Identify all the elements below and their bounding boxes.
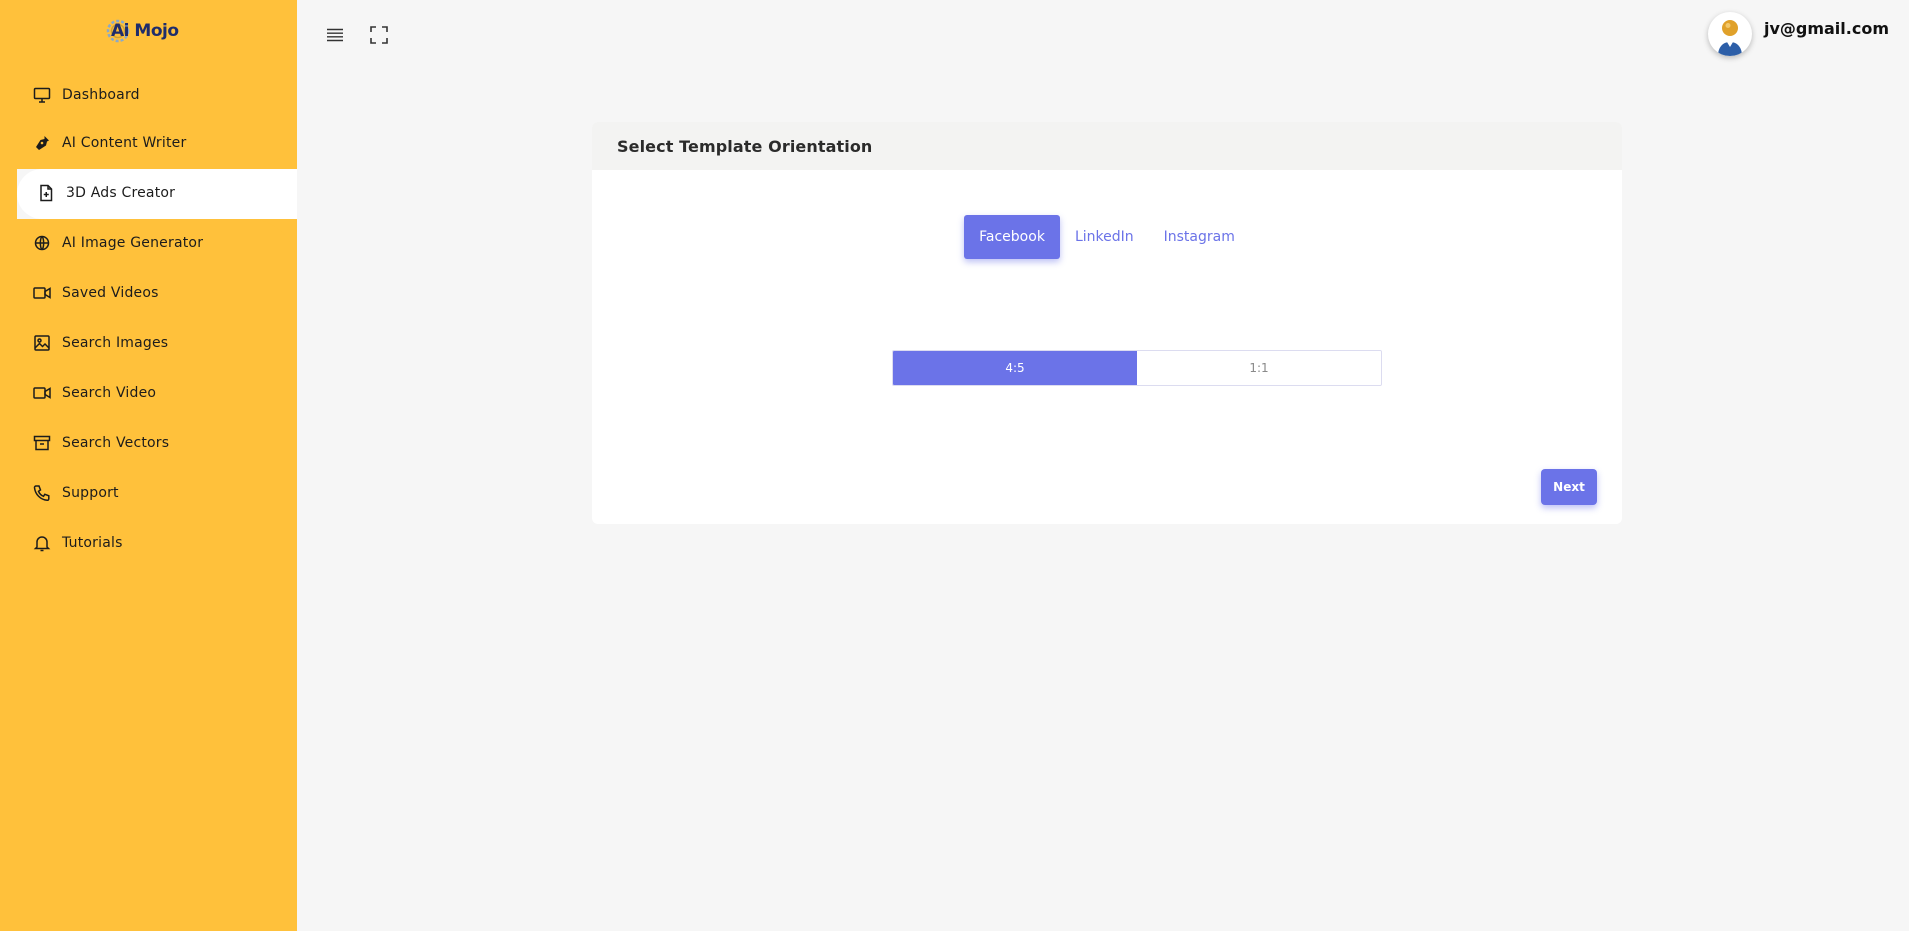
- video-camera-icon: [33, 287, 51, 299]
- sidebar-item-tutorials[interactable]: Tutorials: [32, 528, 123, 558]
- sidebar-item-label: AI Image Generator: [62, 235, 204, 251]
- sidebar-bottom-panel: [0, 219, 297, 931]
- user-email: jv@gmail.com: [1763, 18, 1889, 38]
- sidebar-item-label: 3D Ads Creator: [66, 185, 176, 201]
- menu-toggle-button[interactable]: [324, 24, 346, 46]
- image-icon: [34, 335, 50, 351]
- sidebar-item-label: Saved Videos: [62, 285, 159, 301]
- sidebar-item-label: Tutorials: [62, 535, 123, 551]
- user-avatar-icon: [1717, 20, 1742, 56]
- sidebar-item-ai-image-generator[interactable]: AI Image Generator: [32, 228, 203, 258]
- sidebar: Ai Mojo Dashboard AI Content Writer 3D A…: [0, 0, 297, 931]
- sidebar-item-label: Search Vectors: [62, 435, 170, 451]
- sidebar-item-search-vectors[interactable]: Search Vectors: [32, 428, 169, 458]
- tab-linkedin[interactable]: LinkedIn: [1060, 215, 1149, 259]
- file-plus-icon: [40, 184, 53, 202]
- phone-icon: [33, 485, 50, 502]
- avatar[interactable]: [1707, 12, 1752, 56]
- sidebar-item-dashboard[interactable]: Dashboard: [32, 80, 140, 110]
- card-title: Select Template Orientation: [592, 122, 1622, 170]
- aspect-ratio-selector: 4:5 1:1: [892, 350, 1382, 386]
- sidebar-item-3d-ads-creator[interactable]: 3D Ads Creator: [36, 178, 175, 208]
- fullscreen-icon: [370, 26, 388, 44]
- tab-instagram[interactable]: Instagram: [1149, 215, 1250, 259]
- sidebar-item-label: Search Video: [62, 385, 157, 401]
- ratio-option-1-1[interactable]: 1:1: [1137, 351, 1381, 385]
- ratio-option-4-5[interactable]: 4:5: [893, 351, 1137, 385]
- tab-facebook[interactable]: Facebook: [964, 215, 1060, 259]
- video-camera-icon: [33, 387, 51, 399]
- sidebar-item-search-images[interactable]: Search Images: [32, 328, 168, 358]
- logo-text: Ai Mojo: [111, 21, 179, 41]
- monitor-icon: [33, 87, 51, 103]
- archive-box-icon: [33, 435, 51, 451]
- template-orientation-card: Select Template Orientation Facebook Lin…: [592, 122, 1622, 524]
- next-button[interactable]: Next: [1541, 469, 1597, 505]
- sidebar-item-label: Support: [62, 485, 119, 501]
- app-logo[interactable]: Ai Mojo: [105, 18, 179, 44]
- pen-nib-icon: [36, 136, 49, 150]
- platform-tabs: Facebook LinkedIn Instagram: [592, 215, 1622, 259]
- sidebar-item-ai-content-writer[interactable]: AI Content Writer: [32, 128, 186, 158]
- sidebar-item-label: Search Images: [62, 335, 169, 351]
- sidebar-item-saved-videos[interactable]: Saved Videos: [32, 278, 159, 308]
- fullscreen-button[interactable]: [368, 24, 390, 46]
- hamburger-icon: [327, 28, 343, 42]
- bell-icon: [33, 536, 51, 552]
- sidebar-item-search-video[interactable]: Search Video: [32, 378, 156, 408]
- globe-icon: [34, 235, 50, 251]
- sidebar-item-support[interactable]: Support: [32, 478, 119, 508]
- sidebar-item-label: Dashboard: [62, 87, 140, 103]
- user-menu[interactable]: jv@gmail.com: [1707, 12, 1889, 56]
- sidebar-item-label: AI Content Writer: [62, 135, 187, 151]
- sidebar-gap-edge: [0, 169, 17, 219]
